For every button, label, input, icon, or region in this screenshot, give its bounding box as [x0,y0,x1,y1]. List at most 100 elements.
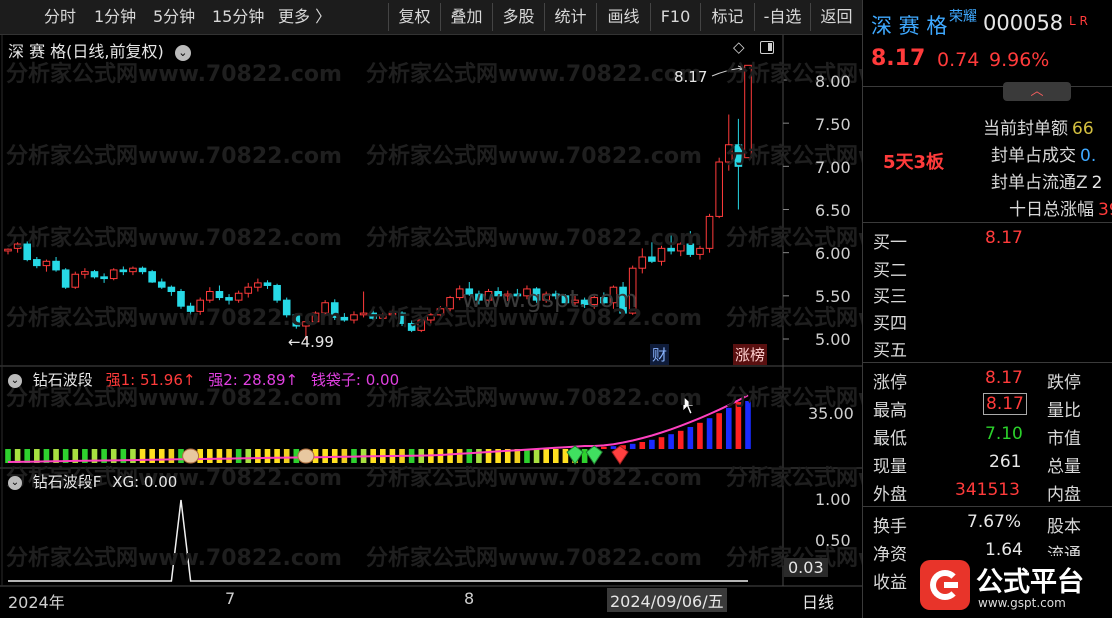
overlay-button[interactable]: 叠加 [440,3,492,31]
watermark: 分析家公式网www.70822.com [366,226,702,251]
stats-button[interactable]: 统计 [544,3,596,31]
quote-panel: 深 赛 格 荣耀 000058 L R 8.17 0.74 9.96% ︿ 5天… [862,0,1112,618]
stat-eps-label: 收益 [873,573,907,593]
stat-turnover-value: 7.67% [967,512,1022,532]
stat-low-value: 7.10 [985,424,1023,444]
stat-high-label: 最高 [873,401,907,421]
period-15min[interactable]: 15分钟 [212,6,264,28]
diamond-icon[interactable]: ◇ [733,38,745,56]
chevron-down-icon[interactable]: ⌄ [8,373,22,388]
x-axis-label: 8 [464,589,475,608]
candle-body [263,282,272,286]
center-watermark: www.gspt.com [462,285,638,313]
candle-body [715,161,723,217]
stat-outer-label: 外盘 [873,485,907,505]
candle-body [350,314,358,321]
f10-button[interactable]: F10 [650,3,700,31]
stat-total-volume-label: 总量 [1047,457,1081,477]
y-tick-label: 6.00 [815,244,851,263]
back-button[interactable]: 返回 [810,3,862,31]
watermark: 分析家公式网www.70822.com [366,144,702,169]
candle-body [273,284,281,301]
y-tick-label: 8.00 [815,72,851,91]
multi-stock-button[interactable]: 多股 [492,3,544,31]
x-axis-label: 2024年 [8,593,65,612]
stock-code: 000058 [983,11,1064,35]
candle-body [206,291,214,301]
streak-label: 5天3板 [883,152,945,173]
period-more[interactable]: 更多 〉 [278,6,331,28]
collapse-chevron-icon[interactable]: ︿ [1003,82,1071,101]
candle-body [138,267,147,273]
indicator1-header[interactable]: ⌄ 钻石波段 强1: 51.96↑ 强2: 28.89↑ 钱袋子: 0.00 [8,369,399,390]
candle-body [215,291,224,299]
mark-button[interactable]: 标记 [700,3,754,31]
kline-chart-area[interactable]: 分析家公式网www.70822.com 分析家公式网www.70822.com … [0,35,1062,618]
main-chart-title[interactable]: 深 赛 格(日线,前复权) ⌄ [8,38,191,62]
candle-body [340,316,349,321]
histogram-bar [639,442,646,449]
indicator2-name: 钻石波段F [32,473,102,491]
period-1min[interactable]: 1分钟 [94,6,136,28]
stat-net-asset-label: 净资 [873,545,907,565]
bid-label: 买五 [873,341,907,361]
remove-watchlist-button[interactable]: -自选 [754,3,810,31]
stat-share-capital-label: 股本 [1047,517,1081,537]
stat-limit-down-label: 跌停 [1047,373,1081,393]
histogram-bar [687,427,694,449]
cursor-date-label: 2024/09/06/五 [607,588,727,612]
stat-inner-label: 内盘 [1047,485,1081,505]
candle-body [81,271,89,275]
y-tick-label: 7.00 [815,158,851,177]
histogram-bar [668,434,674,449]
candle-body [129,267,137,273]
candle-body [167,286,176,293]
bid-label: 买四 [873,314,907,334]
histogram-bar [601,446,607,449]
histogram-bar [716,413,722,449]
metric-seal-amount: 当前封单额 66 [983,119,1094,139]
period-label[interactable]: 日线 [802,589,834,613]
period-fenshi[interactable]: 分时 [44,6,76,28]
watermark: 分析家公式网www.70822.com [6,226,342,251]
draw-line-button[interactable]: 画线 [596,3,650,31]
indicator1-money-bag: 钱袋子: 0.00 [310,371,400,389]
bid-label: 买二 [873,261,907,281]
watermark: 分析家公式网www.70822.com [6,546,342,571]
candle-body [33,259,41,267]
period-5min[interactable]: 5分钟 [153,6,195,28]
fuquan-button[interactable]: 复权 [388,3,440,31]
candle-body [244,286,253,294]
stat-volume-ratio-label: 量比 [1047,401,1081,421]
finance-tag[interactable]: 财 [650,344,670,365]
candle-body [42,260,51,267]
histogram-bar [677,430,684,449]
last-price: 8.17 [871,46,926,71]
watermark: 分析家公式网www.70822.com [366,466,702,491]
stock-name: 深 赛 格 [871,14,948,38]
histogram-bar [610,446,617,449]
period-toolbar: 分时 1分钟 5分钟 15分钟 更多 〉 复权 叠加 多股 统计 画线 F10 … [0,0,862,35]
panel-toggle-icon[interactable] [760,41,774,54]
candle-body [90,271,99,278]
metric-ten-day-gain: 十日总涨幅39 [1009,200,1112,220]
chevron-down-icon[interactable]: ⌄ [8,475,22,490]
low-price-label: ←4.99 [288,333,334,351]
top-gainer-tag[interactable]: 涨榜 [733,344,768,365]
indicator1-name: 钻石波段 [32,371,93,389]
y-tick-label: 6.50 [815,201,851,220]
honor-badge: 荣耀 [949,9,977,25]
stat-limit-up-label: 涨停 [873,373,907,393]
indicator2-xg: XG: 0.00 [112,473,178,491]
metric-seal-vs-turnover: 封单占成交 0. [991,146,1097,166]
chevron-down-icon[interactable]: ⌄ [174,44,191,61]
stat-turnover-label: 换手 [873,517,907,537]
indicator2-header[interactable]: ⌄ 钻石波段F XG: 0.00 [8,471,177,492]
market-tag: L R [1069,14,1088,28]
histogram-bar [629,443,636,449]
gspt-logo-text: 公式平台 [976,567,1084,598]
ind1-y-tick: 35.00 [808,404,854,423]
histogram-bar [706,418,713,449]
stat-low-label: 最低 [873,429,907,449]
candle-body [100,276,108,280]
